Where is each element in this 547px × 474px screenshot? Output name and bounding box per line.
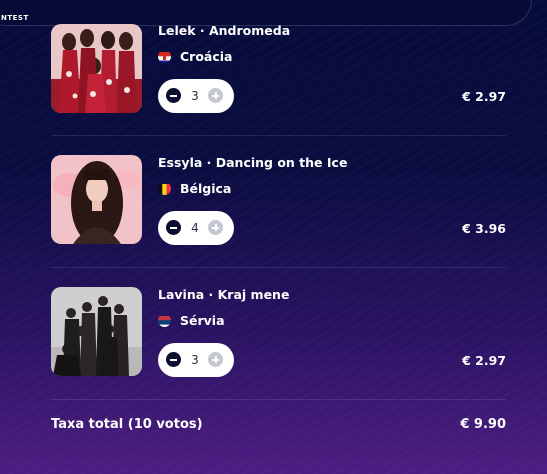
country-name: Bélgica xyxy=(180,180,232,196)
quantity-stepper: 4 xyxy=(158,211,234,245)
decrement-button[interactable] xyxy=(166,88,181,103)
quantity-value: 3 xyxy=(191,89,199,103)
belgium-flag-icon xyxy=(158,182,171,195)
quantity-value: 4 xyxy=(191,221,199,235)
song-title: Essyla · Dancing on the Ice xyxy=(158,155,348,170)
country-label: Croácia xyxy=(158,48,233,64)
item-price: € 2.97 xyxy=(462,89,506,104)
quantity-value: 3 xyxy=(191,353,199,367)
cart-item: Essyla · Dancing on the Ice Bélgica 4 € … xyxy=(51,135,506,268)
increment-button[interactable] xyxy=(208,220,223,235)
item-price: € 2.97 xyxy=(462,353,506,368)
country-name: Croácia xyxy=(180,48,233,64)
song-title: Lelek · Andromeda xyxy=(158,23,291,38)
artist-photo xyxy=(51,24,142,113)
increment-button[interactable] xyxy=(208,88,223,103)
country-label: Sérvia xyxy=(158,312,225,328)
serbia-flag-icon xyxy=(158,314,171,327)
artist-photo xyxy=(51,155,142,244)
country-name: Sérvia xyxy=(180,312,225,328)
decrement-button[interactable] xyxy=(166,352,181,367)
item-price: € 3.96 xyxy=(462,221,506,236)
song-title: Lavina · Kraj mene xyxy=(158,287,290,302)
total-row: Taxa total (10 votos) € 9.90 xyxy=(51,415,506,437)
quantity-stepper: 3 xyxy=(158,79,234,113)
cart-item: Lavina · Kraj mene Sérvia 3 € 2.97 xyxy=(51,267,506,400)
cart-item: Lelek · Andromeda Croácia 3 € 2.97 xyxy=(51,3,506,136)
brand-text: NTEST xyxy=(1,14,29,22)
country-label: Bélgica xyxy=(158,180,231,196)
decrement-button[interactable] xyxy=(166,220,181,235)
total-value: € 9.90 xyxy=(460,417,506,432)
increment-button[interactable] xyxy=(208,352,223,367)
artist-photo xyxy=(51,287,142,376)
croatia-flag-icon xyxy=(158,50,171,63)
total-label: Taxa total (10 votos) xyxy=(51,417,203,432)
quantity-stepper: 3 xyxy=(158,343,234,377)
